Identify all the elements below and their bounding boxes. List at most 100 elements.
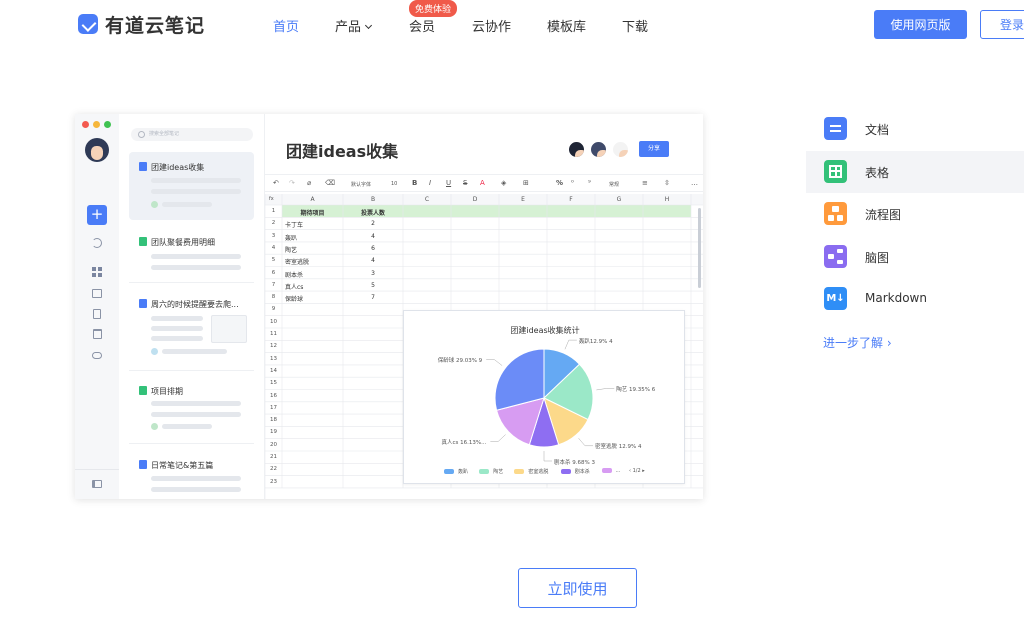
column-header[interactable]: H <box>643 196 691 203</box>
spreadsheet[interactable]: fx ABCDEFGH 1 2 3 4 5 6 7 8 9 10 11 12 13 14 15 16 17 18 1… <box>265 194 703 499</box>
sync-icon[interactable] <box>92 238 102 248</box>
new-note-button[interactable]: + <box>87 205 107 225</box>
table-cell[interactable]: 陶艺 <box>285 245 297 254</box>
note-item[interactable]: 项目排期 <box>129 376 254 444</box>
legend-next-icon[interactable]: ▸ <box>641 468 645 474</box>
underline-button[interactable]: U <box>446 179 451 187</box>
feature-markdown[interactable]: M↓ Markdown <box>806 278 1024 320</box>
row-number[interactable]: 4 <box>267 245 280 251</box>
feature-flowchart[interactable]: 流程图 <box>806 193 1024 235</box>
login-button[interactable]: 登录 <box>980 10 1024 39</box>
row-number[interactable]: 2 <box>267 220 280 226</box>
use-web-button[interactable]: 使用网页版 <box>874 10 967 39</box>
bold-button[interactable]: B <box>412 179 417 187</box>
column-header[interactable]: B <box>343 196 403 203</box>
avatar[interactable] <box>85 138 109 162</box>
italic-button[interactable]: I <box>429 179 431 187</box>
redo-icon[interactable]: ↷ <box>289 179 295 187</box>
column-header[interactable]: F <box>547 196 595 203</box>
table-cell[interactable]: 7 <box>343 294 403 301</box>
row-number[interactable]: 7 <box>267 282 280 288</box>
nav-templates[interactable]: 模板库 <box>547 16 586 35</box>
start-now-button[interactable]: 立即使用 <box>518 568 637 608</box>
row-number[interactable]: 11 <box>267 331 280 337</box>
row-number[interactable]: 17 <box>267 405 280 411</box>
valign-icon[interactable]: ⇳ <box>664 179 670 187</box>
legend-item[interactable]: 轰趴 <box>444 468 468 475</box>
row-number[interactable]: 21 <box>267 454 280 460</box>
nav-member[interactable]: 会员 <box>409 16 435 35</box>
row-number[interactable]: 16 <box>267 393 280 399</box>
column-header[interactable]: A <box>282 196 343 203</box>
percent-button[interactable]: % <box>556 179 563 187</box>
row-number[interactable]: 10 <box>267 319 280 325</box>
feature-mindmap[interactable]: 脑图 <box>806 236 1024 278</box>
undo-icon[interactable]: ↶ <box>273 179 279 187</box>
column-header[interactable]: E <box>499 196 547 203</box>
note-item[interactable]: 团队聚餐费用明细 <box>129 227 254 283</box>
row-number[interactable]: 13 <box>267 356 280 362</box>
pie-chart[interactable]: 团建ideas收集统计 轰趴12.9% 4 陶艺 19.35% 6 密室逃脱 12.… <box>403 310 685 484</box>
row-number[interactable]: 6 <box>267 270 280 276</box>
column-header[interactable]: C <box>403 196 451 203</box>
grid-icon[interactable] <box>92 267 102 277</box>
feature-doc[interactable]: 文档 <box>806 108 1024 150</box>
row-number[interactable]: 22 <box>267 466 280 472</box>
table-cell[interactable]: 4 <box>343 233 403 240</box>
legend-item[interactable]: ... <box>601 468 620 474</box>
strikethrough-button[interactable]: S <box>463 179 467 187</box>
table-cell[interactable]: 6 <box>343 245 403 252</box>
table-cell[interactable]: 5 <box>343 282 403 289</box>
legend-item[interactable]: 密室逃脱 <box>514 468 548 475</box>
column-header[interactable]: G <box>595 196 643 203</box>
note-item[interactable]: 周六的时候提醒要去爬... <box>129 289 254 371</box>
sidebar-toggle-icon[interactable] <box>92 480 102 488</box>
table-cell[interactable]: 轰趴 <box>285 233 297 242</box>
clear-format-icon[interactable]: ⌫ <box>325 179 335 187</box>
font-color-icon[interactable]: A <box>480 179 485 187</box>
fill-color-icon[interactable]: ◈ <box>501 179 506 187</box>
brand-name[interactable]: 有道云笔记 <box>105 11 205 38</box>
row-number[interactable]: 14 <box>267 368 280 374</box>
border-icon[interactable]: ⊞ <box>523 179 529 187</box>
more-icon[interactable]: … <box>691 179 698 187</box>
doc-title[interactable]: 团建ideas收集 <box>286 138 398 162</box>
row-number[interactable]: 23 <box>267 479 280 485</box>
column-header[interactable]: D <box>451 196 499 203</box>
number-format-select[interactable]: 常规 <box>609 181 619 188</box>
row-number[interactable]: 12 <box>267 343 280 349</box>
font-size-select[interactable]: 10 <box>391 181 397 187</box>
row-number[interactable]: 18 <box>267 417 280 423</box>
row-number[interactable]: 9 <box>267 306 280 312</box>
table-cell[interactable]: 真人cs <box>285 282 303 291</box>
table-cell[interactable]: 剧本杀 <box>285 270 303 279</box>
align-icon[interactable]: ≡ <box>642 179 648 187</box>
collaborator-avatar[interactable] <box>591 142 606 157</box>
nav-download[interactable]: 下载 <box>622 16 648 35</box>
row-number[interactable]: 20 <box>267 442 280 448</box>
search-input[interactable]: 搜索全部笔记 <box>131 128 253 141</box>
table-cell[interactable]: 期待项目 <box>282 208 343 217</box>
row-number[interactable]: 8 <box>267 294 280 300</box>
folder-icon[interactable] <box>92 289 102 298</box>
row-number[interactable]: 5 <box>267 257 280 263</box>
row-number[interactable]: 19 <box>267 429 280 435</box>
collaborator-avatar[interactable] <box>613 142 628 157</box>
row-number[interactable]: 1 <box>267 208 280 214</box>
logo-icon[interactable] <box>78 14 98 34</box>
table-cell[interactable]: 4 <box>343 257 403 264</box>
note-item[interactable]: 日常笔记&第五篇 <box>129 450 254 499</box>
table-cell[interactable]: 3 <box>343 270 403 277</box>
row-number[interactable]: 15 <box>267 380 280 386</box>
bookmark-icon[interactable] <box>93 309 101 319</box>
collaborator-avatar[interactable] <box>569 142 584 157</box>
legend-pager[interactable]: ‹ 1/2 ▸ <box>629 468 645 474</box>
cloud-icon[interactable] <box>92 352 102 359</box>
nav-collab[interactable]: 云协作 <box>472 16 511 35</box>
table-cell[interactable]: 2 <box>343 220 403 227</box>
row-number[interactable]: 3 <box>267 233 280 239</box>
note-item[interactable]: 团建ideas收集 <box>129 152 254 220</box>
format-painter-icon[interactable]: ⌀ <box>307 179 311 187</box>
table-cell[interactable]: 投票人数 <box>343 208 403 217</box>
thousands-icon[interactable]: ⁹ <box>588 179 591 187</box>
